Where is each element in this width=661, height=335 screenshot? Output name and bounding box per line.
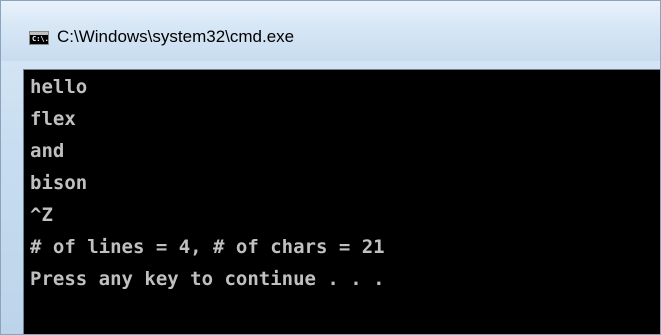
console-line-4: bison [30,172,88,194]
window-title: C:\Windows\system32\cmd.exe [57,27,295,46]
console-output-area[interactable]: hello flex and bison ^Z # of lines = 4, … [23,69,660,334]
console-line-3: and [30,140,65,162]
icon-glyph: C:\. [32,35,49,43]
console-line-5: ^Z [30,204,53,226]
title-bar[interactable]: C:\. C:\Windows\system32\cmd.exe [1,1,660,61]
cmd-window: C:\. C:\Windows\system32\cmd.exe hello f… [0,0,661,335]
console-window-icon[interactable]: C:\. [29,31,49,45]
console-line-1: hello [30,76,88,98]
console-line-6: # of lines = 4, # of chars = 21 [30,236,385,258]
console-line-7: Press any key to continue . . . [30,268,385,290]
console-line-2: flex [30,108,76,130]
